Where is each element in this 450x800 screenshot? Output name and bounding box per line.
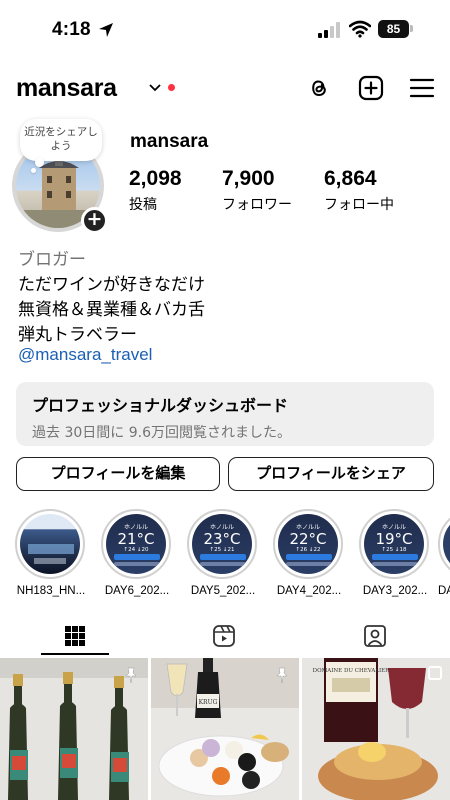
weather-temp: 23°C [203,530,241,548]
active-tab-indicator [41,653,109,655]
dashboard-subtitle: 過去 30日間に 9.6万回閲覧されました。 [32,425,291,441]
highlight-label: DAY6_202... [104,585,170,597]
highlight-cover [20,514,80,574]
dashboard-title: プロフェッショナルダッシュボード [32,396,289,415]
grid-icon[interactable] [63,624,87,648]
highlight-ring [15,509,85,579]
battery-level: 85 [378,20,409,38]
highlight-ring [438,509,450,579]
share-profile-button[interactable]: プロフィールをシェア [228,457,434,491]
highlight-cover: ホノルル 21°C ↑24 ↓20 [106,514,166,574]
highlight-ring: ホノルル 23°C ↑25 ↓21 [187,509,257,579]
bio-link[interactable]: @mansara_travel [18,345,152,365]
pin-icon [125,667,137,684]
weather-temp: 19°C [375,530,413,548]
stat-following[interactable]: 6,864 フォロー中 [324,167,394,214]
highlight-item-partial[interactable]: DA [438,509,450,609]
highlight-label: DA [438,585,450,597]
professional-dashboard[interactable]: プロフェッショナルダッシュボード 過去 30日間に 9.6万回閲覧されました。 [16,382,434,446]
account-switcher[interactable]: mansara [16,74,117,103]
weather-temp: 22°C [289,530,327,548]
stat-followers-label: フォロワー [222,197,292,213]
cellular-signal-icon [318,22,340,38]
highlight-cover: ホノルル 22°C ↑26 ↓22 [278,514,338,574]
bottle-label: DOMAINE DU CHEVALIER [313,668,390,674]
stat-posts[interactable]: 2,098 投稿 [129,167,182,214]
bottle-label: KRUG [199,699,218,706]
highlight-item[interactable]: ホノルル 19°C ↑25 ↓18 DAY3_202... [359,509,435,597]
highlight-label: DAY4_202... [276,585,342,597]
stat-posts-label: 投稿 [129,197,157,213]
weather-city: ホノルル [209,524,234,531]
threads-icon[interactable] [305,74,333,102]
weather-hilo: ↑25 ↓18 [381,547,407,553]
status-bar: 4:18 85 [0,0,450,62]
stat-followers[interactable]: 7,900 フォロワー [222,167,292,214]
weather-hilo: ↑24 ↓20 [123,547,149,553]
edit-profile-button[interactable]: プロフィールを編集 [16,457,220,491]
highlight-ring: ホノルル 22°C ↑26 ↓22 [273,509,343,579]
wifi-icon [349,20,371,38]
notification-dot [168,84,175,91]
bio-line: 弾丸トラベラー [18,325,137,345]
highlight-item[interactable]: ホノルル 21°C ↑24 ↓20 DAY6_202... [101,509,177,597]
post-thumbnail[interactable]: KRUG [151,658,299,800]
tagged-icon[interactable] [363,624,387,648]
profile-name: mansara [130,131,209,152]
stat-followers-value: 7,900 [222,167,275,190]
highlight-item[interactable]: ホノルル 22°C ↑26 ↓22 DAY4_202... [273,509,349,597]
red-wine-photo: DOMAINE DU CHEVALIER [302,658,450,800]
note-bubble[interactable]: 近況をシェアしよう [20,119,102,161]
add-story-button[interactable]: + [81,207,108,234]
weather-city: ホノルル [123,524,148,531]
location-arrow-icon [99,23,113,37]
battery-cap [410,25,413,32]
highlight-cover: ホノルル 23°C ↑25 ↓21 [192,514,252,574]
stat-posts-value: 2,098 [129,167,182,190]
stat-following-label: フォロー中 [324,197,394,213]
bio-line: 無資格＆異業種＆バカ舌 [18,300,205,320]
hamburger-menu-icon[interactable] [408,74,436,102]
multi-post-icon [428,666,442,680]
highlight-label: NH183_HN... [16,585,86,597]
highlight-label: DAY3_202... [362,585,428,597]
profile-tabs [0,618,450,656]
bio-category: ブロガー [18,250,86,270]
highlight-label: DAY5_202... [190,585,256,597]
chevron-down-icon[interactable] [148,83,162,93]
highlight-item[interactable]: NH183_HN... [15,509,91,597]
highlight-cover: ホノルル 19°C ↑25 ↓18 [364,514,424,574]
post-thumbnail[interactable]: DOMAINE DU CHEVALIER [302,658,450,800]
highlight-ring: ホノルル 19°C ↑25 ↓18 [359,509,429,579]
weather-hilo: ↑25 ↓21 [209,547,235,553]
bio-line: ただワインが好きなだけ [18,275,205,295]
reels-icon[interactable] [212,624,236,648]
profile-header: mansara [0,70,450,110]
post-thumbnail[interactable] [0,658,148,800]
note-bubble-tail [35,158,44,167]
stat-following-value: 6,864 [324,167,377,190]
highlight-ring: ホノルル 21°C ↑24 ↓20 [101,509,171,579]
note-bubble-tail-small [31,168,36,173]
highlight-item[interactable]: ホノルル 23°C ↑25 ↓21 DAY5_202... [187,509,263,597]
plus-square-icon[interactable] [357,74,385,102]
pin-icon [276,667,288,684]
weather-temp: 21°C [117,530,155,548]
weather-city: ホノルル [295,524,320,531]
status-time: 4:18 [52,19,91,40]
weather-hilo: ↑26 ↓22 [295,547,321,553]
weather-city: ホノルル [381,524,406,531]
